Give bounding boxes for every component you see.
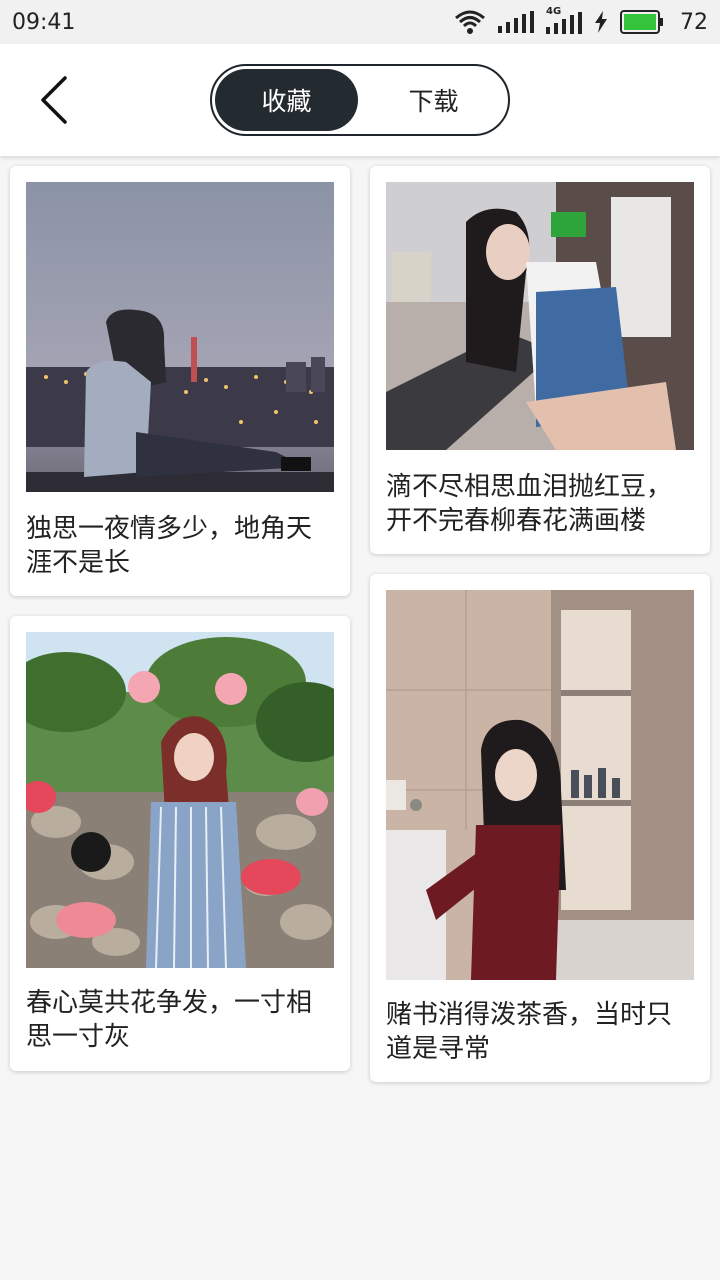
status-bar: 09:41 4G 72 [0,0,720,44]
list-item[interactable]: 滴不尽相思血泪抛红豆，开不完春柳春花满画楼 [370,166,710,554]
app-header: 收藏 下载 [0,44,720,156]
card-photo [386,590,694,980]
card-photo [386,182,694,450]
card-photo [26,182,334,492]
card-photo [26,632,334,968]
status-icons: 4G 72 [454,0,708,44]
back-button[interactable] [26,70,82,130]
list-item[interactable]: 春心莫共花争发，一寸相思一寸灰 [10,616,350,1071]
status-time: 09:41 [12,9,76,35]
chevron-left-icon [41,76,67,124]
card-caption: 独思一夜情多少，地角天涯不是长 [26,514,313,578]
card-caption: 赌书消得泼茶香，当时只道是寻常 [386,1000,673,1064]
card-caption: 滴不尽相思血泪抛红豆，开不完春柳春花满画楼 [386,472,673,536]
list-item[interactable]: 独思一夜情多少，地角天涯不是长 [10,166,350,596]
signal-4g-icon: 4G [546,6,582,34]
battery-icon [620,10,664,34]
network-type-label: 4G [546,6,562,17]
tab-favorites[interactable]: 收藏 [215,69,358,131]
battery-level: 72 [680,9,708,35]
card-caption: 春心莫共花争发，一寸相思一寸灰 [26,988,313,1052]
charging-icon [594,11,608,33]
list-item[interactable]: 赌书消得泼茶香，当时只道是寻常 [370,574,710,1082]
tab-switcher: 收藏 下载 [210,64,510,136]
wifi-icon [454,9,486,35]
signal-icon [498,11,534,33]
tab-downloads[interactable]: 下载 [362,69,505,131]
